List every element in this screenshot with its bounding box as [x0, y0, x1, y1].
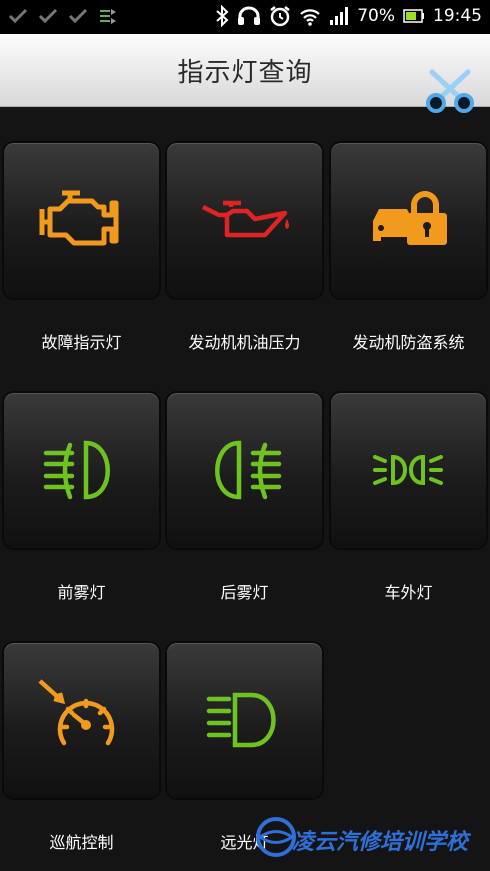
clock: 19:45: [433, 6, 482, 26]
check-icon: [8, 8, 28, 24]
immobilizer-icon: [373, 191, 447, 245]
status-bar: 70% 19:45: [0, 0, 490, 34]
indicator-label: 发动机机油压力: [188, 333, 301, 352]
indicator-tile-engine-fault[interactable]: [4, 143, 159, 298]
indicator-tile-exterior-lights[interactable]: [331, 393, 486, 548]
watermark-text: 凌云汽修培训学校: [292, 830, 469, 855]
indicator-tile-cruise-control[interactable]: [4, 643, 159, 798]
high-beam-icon: [206, 692, 276, 748]
indicator-label: 巡航控制: [49, 833, 114, 852]
watermark: 凌云汽修培训学校: [256, 812, 488, 868]
rear-fog-light-icon: [215, 440, 282, 500]
indicator-label: 故障指示灯: [41, 333, 122, 352]
indicator-label: 后雾灯: [220, 583, 269, 602]
indicator-tile-immobilizer[interactable]: [331, 143, 486, 298]
indicator-label: 发动机防盗系统: [352, 333, 465, 352]
headset-icon: [238, 6, 261, 25]
indicator-label: 车外灯: [384, 583, 433, 602]
scissors-tools-icon: [426, 69, 474, 113]
check-icon: [68, 8, 88, 24]
check-icon: [38, 8, 58, 24]
sync-icon: [100, 9, 116, 24]
indicator-label: 前雾灯: [57, 583, 106, 602]
alarm-icon: [270, 6, 290, 27]
tools-button[interactable]: [424, 68, 476, 114]
engine-check-icon: [39, 190, 119, 246]
bluetooth-icon: [216, 5, 229, 27]
cruise-control-icon: [38, 679, 115, 746]
indicator-tile-high-beam[interactable]: [167, 643, 322, 798]
notification-icons: [8, 7, 118, 25]
page-title: 指示灯查询: [177, 58, 313, 88]
indicator-tile-oil-pressure[interactable]: [167, 143, 322, 298]
front-fog-light-icon: [43, 440, 110, 500]
signal-icon: [330, 7, 349, 25]
battery-icon: [403, 9, 424, 23]
exterior-lights-icon: [373, 454, 443, 486]
wifi-icon: [300, 9, 320, 26]
indicator-tile-rear-fog[interactable]: [167, 393, 322, 548]
battery-percent: 70%: [357, 6, 395, 26]
watermark-globe-icon: [256, 817, 296, 857]
title-bar: 指示灯查询: [0, 34, 490, 107]
system-status: 70% 19:45: [215, 5, 482, 27]
oil-pressure-icon: [201, 200, 289, 238]
indicator-tile-front-fog[interactable]: [4, 393, 159, 548]
